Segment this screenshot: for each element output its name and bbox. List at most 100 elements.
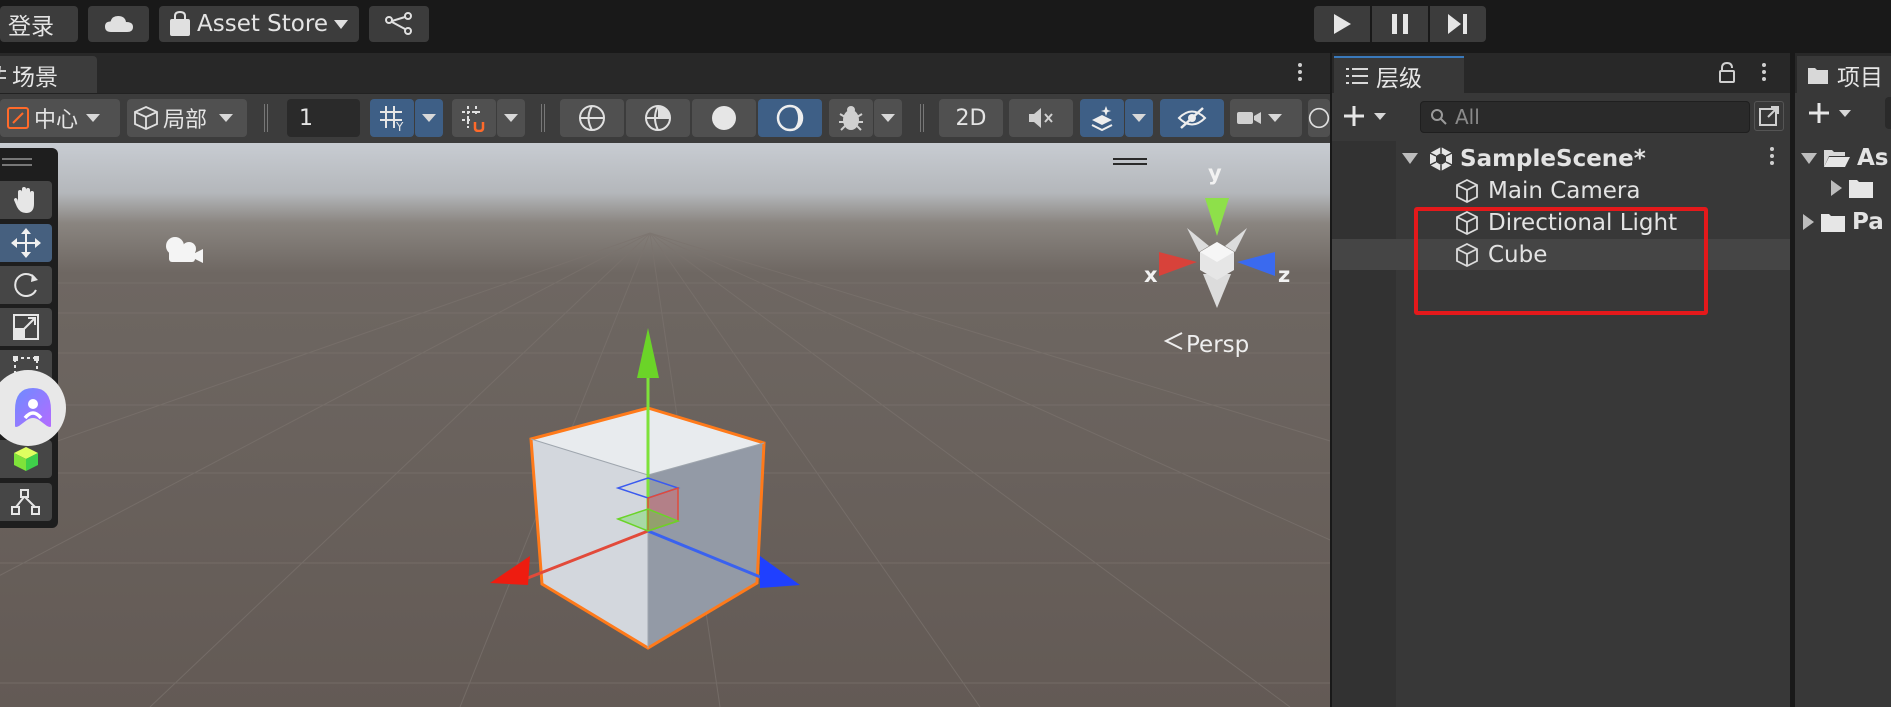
tab-scene[interactable]: 场景 [0, 56, 97, 93]
pivot-dropdown[interactable]: 中心 [0, 99, 120, 137]
search-options-button[interactable] [1754, 101, 1784, 131]
play-icon [1334, 14, 1351, 34]
hierarchy-item-label: Main Camera [1488, 177, 1641, 204]
tab-hierarchy[interactable]: 层级 [1334, 56, 1464, 93]
scale-tool-button[interactable] [0, 308, 52, 346]
space-dropdown[interactable]: 局部 [127, 99, 247, 137]
play-controls [1314, 6, 1486, 42]
scene-row-more-options-icon[interactable] [1770, 147, 1774, 165]
chevron-down-icon [1374, 112, 1386, 120]
chevron-down-icon [219, 114, 234, 122]
ai-assistant-icon [15, 388, 51, 427]
render-mode-wireframe-button[interactable] [560, 99, 624, 137]
mode-2d-label: 2D [955, 105, 987, 131]
project-folder-packages[interactable]: Pa [1803, 209, 1884, 235]
version-control-button[interactable] [369, 6, 429, 42]
speaker-muted-icon [1029, 108, 1053, 128]
grid-toggle-button[interactable]: Y [370, 99, 414, 137]
pivot-label: 中心 [34, 108, 79, 133]
cloud-button[interactable] [88, 6, 149, 42]
pause-icon [1392, 14, 1408, 34]
hierarchy-tab-label: 层级 [1376, 65, 1422, 92]
hash-icon [0, 65, 6, 79]
caret-down-icon[interactable] [1402, 153, 1418, 164]
project-create-button[interactable] [1807, 101, 1851, 125]
transform-tool-button[interactable] [0, 483, 52, 521]
scene-visibility-button[interactable] [1160, 99, 1224, 137]
asset-store-button[interactable]: Asset Store [159, 6, 359, 42]
tool-palette [0, 148, 58, 528]
create-button[interactable] [1342, 101, 1400, 131]
list-icon [1346, 67, 1368, 84]
tab-project[interactable]: 项目 [1797, 56, 1891, 93]
snap-toggle-button[interactable] [452, 99, 496, 137]
scene-tabbar: 场景 [0, 53, 1330, 93]
scene-tab-label: 场景 [12, 64, 58, 91]
move-tool-button[interactable] [0, 224, 52, 262]
hierarchy-item-main-camera[interactable]: Main Camera [1332, 175, 1790, 206]
hierarchy-panel: 层级 All SampleScene* Main Camera Directio… [1330, 53, 1790, 707]
hierarchy-search-input[interactable]: All [1420, 101, 1750, 133]
render-mode-shaded-wire-button[interactable] [626, 99, 690, 137]
move-arrows-icon [11, 228, 41, 258]
debug-draw-button[interactable] [829, 99, 873, 137]
moon-icon [776, 104, 804, 132]
gizmo-globe-icon [1308, 107, 1330, 129]
folder-icon [1821, 214, 1845, 232]
grid-size-input[interactable]: 1 [287, 99, 360, 137]
camera-gizmo-icon [166, 237, 203, 263]
project-panel: 项目 As Pa [1790, 53, 1891, 707]
effects-toggle-button[interactable] [1080, 99, 1124, 137]
search-icon [1431, 109, 1447, 125]
project-folder-label: As [1857, 145, 1889, 171]
render-mode-shaded-button[interactable] [692, 99, 756, 137]
chevron-down-icon [86, 114, 101, 122]
mode-2d-button[interactable]: 2D [939, 99, 1003, 137]
wireframe-sphere-icon [579, 105, 605, 131]
pivot-icon [7, 107, 29, 129]
pause-button[interactable] [1372, 6, 1428, 42]
projection-toggle[interactable]: Persp [1164, 332, 1249, 358]
project-folder-assets[interactable]: As [1801, 145, 1889, 171]
scene-more-options-icon[interactable] [1298, 63, 1302, 81]
grid-size-value: 1 [299, 105, 313, 131]
lock-icon[interactable] [1718, 62, 1736, 84]
play-button[interactable] [1314, 6, 1370, 42]
effects-dropdown[interactable] [1125, 99, 1153, 137]
grid-options-dropdown[interactable] [415, 99, 443, 137]
lighting-toggle-button[interactable] [758, 99, 822, 137]
login-button[interactable]: 登录 [0, 6, 78, 42]
hierarchy-more-options-icon[interactable] [1762, 63, 1766, 81]
caret-down-icon[interactable] [1801, 152, 1817, 164]
search-placeholder: All [1455, 105, 1480, 129]
step-icon [1448, 14, 1467, 34]
scene-render [0, 158, 1330, 707]
hand-tool-button[interactable] [0, 181, 52, 219]
cloud-icon [104, 16, 133, 32]
camera-settings-dropdown[interactable] [1230, 99, 1302, 137]
nodes-icon [11, 489, 40, 515]
debug-draw-dropdown[interactable] [874, 99, 902, 137]
gizmos-button[interactable] [1308, 99, 1330, 137]
caret-right-icon[interactable] [1803, 214, 1814, 230]
bug-icon [839, 106, 863, 131]
gameobject-cube-icon [1456, 178, 1478, 203]
project-subfolder[interactable] [1831, 177, 1874, 199]
hand-icon [14, 187, 34, 213]
step-button[interactable] [1430, 6, 1486, 42]
shaded-wire-sphere-icon [645, 105, 671, 131]
snap-options-dropdown[interactable] [497, 99, 525, 137]
project-tabbar: 项目 [1795, 53, 1891, 93]
scene-viewport[interactable]: y x z [0, 143, 1330, 707]
unity-scene-icon [1429, 146, 1453, 171]
scene-root-row[interactable]: SampleScene* [1332, 143, 1790, 174]
chevron-down-icon [1268, 114, 1282, 122]
project-search-input[interactable] [1885, 97, 1891, 129]
audio-toggle-button[interactable] [1009, 99, 1073, 137]
branch-icon [385, 12, 412, 35]
shaded-sphere-icon [712, 106, 736, 130]
camera-icon [1237, 112, 1261, 124]
scene-name: SampleScene* [1460, 145, 1646, 172]
rotate-tool-button[interactable] [0, 266, 52, 304]
caret-right-icon[interactable] [1831, 180, 1842, 196]
